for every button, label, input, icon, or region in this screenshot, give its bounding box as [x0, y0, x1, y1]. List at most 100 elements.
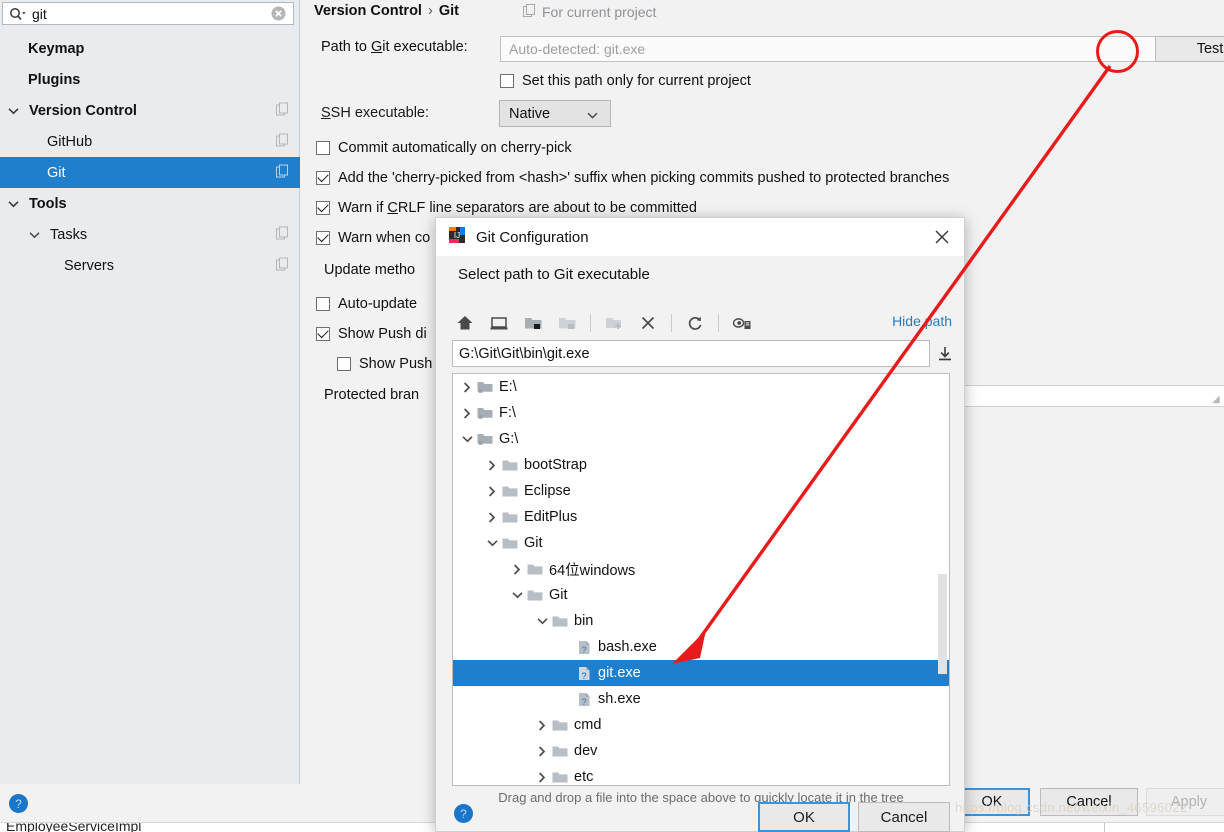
protected-branches-input[interactable]: ◢	[961, 385, 1224, 407]
tree-row-cmd[interactable]: cmd	[453, 712, 949, 738]
dialog-toolbar: Hide path	[450, 306, 952, 340]
tree-row-eclipse[interactable]: Eclipse	[453, 478, 949, 504]
auto-update-row[interactable]: Auto-update	[316, 296, 417, 312]
tree-row-label: Git	[549, 587, 568, 603]
chevron-down-icon[interactable]	[534, 617, 550, 625]
refresh-icon[interactable]	[680, 309, 710, 337]
commit-auto-cherry-pick-checkbox[interactable]	[316, 141, 330, 155]
dialog-ok-button[interactable]: OK	[758, 802, 850, 832]
tree-row-bin[interactable]: bin	[453, 608, 949, 634]
tree-row-label: sh.exe	[598, 691, 641, 707]
show-push-dialog-row[interactable]: Show Push di	[316, 326, 427, 342]
tree-row-drive-e[interactable]: E:\	[453, 374, 949, 400]
tree-row-bootstrap[interactable]: bootStrap	[453, 452, 949, 478]
commit-auto-cherry-pick-row[interactable]: Commit automatically on cherry-pick	[316, 140, 572, 156]
close-icon[interactable]	[934, 229, 950, 245]
chevron-right-icon[interactable]	[459, 381, 475, 393]
chevron-down-icon[interactable]	[484, 539, 500, 547]
tree-row-editplus[interactable]: EditPlus	[453, 504, 949, 530]
tree-row-dev[interactable]: dev	[453, 738, 949, 764]
tree-row-label: bin	[574, 613, 594, 629]
sidebar-item-plugins[interactable]: Plugins	[0, 64, 300, 95]
home-icon[interactable]	[450, 309, 480, 337]
sidebar-item-version-control[interactable]: Version Control	[0, 95, 300, 126]
sidebar-item-tasks[interactable]: Tasks	[0, 219, 300, 250]
dialog-path-input[interactable]: G:\Git\Git\bin\git.exe	[452, 340, 930, 367]
chevron-right-icon[interactable]	[509, 563, 525, 575]
show-push-sub-row[interactable]: Show Push	[337, 356, 432, 372]
chevron-right-icon[interactable]	[459, 407, 475, 419]
chevron-right-icon[interactable]	[484, 485, 500, 497]
search-input[interactable]: git	[2, 2, 294, 25]
sidebar-item-label: Plugins	[28, 71, 81, 88]
chevron-down-icon[interactable]	[6, 104, 20, 118]
tree-row-git-level1[interactable]: Git	[453, 530, 949, 556]
clear-icon[interactable]	[271, 6, 286, 21]
sidebar-item-git[interactable]: Git	[0, 157, 300, 188]
tree-row-git-level2[interactable]: Git	[453, 582, 949, 608]
svg-text:?: ?	[581, 645, 586, 655]
set-path-only-checkbox-row[interactable]: Set this path only for current project	[500, 73, 751, 89]
copy-icon	[276, 102, 289, 119]
auto-update-checkbox[interactable]	[316, 297, 330, 311]
add-cherry-picked-suffix-checkbox[interactable]	[316, 171, 330, 185]
chevron-down-icon[interactable]	[459, 435, 475, 443]
chevron-right-icon[interactable]	[484, 459, 500, 471]
add-cherry-picked-suffix-label: Add the 'cherry-picked from <hash>' suff…	[338, 170, 950, 186]
sidebar-item-label: GitHub	[47, 133, 93, 150]
add-cherry-picked-suffix-row[interactable]: Add the 'cherry-picked from <hash>' suff…	[316, 170, 949, 186]
drive-icon	[477, 406, 493, 420]
set-path-only-checkbox[interactable]	[500, 74, 514, 88]
auto-update-label: Auto-update	[338, 296, 418, 312]
toolbar-separator	[590, 314, 591, 332]
ssh-executable-select[interactable]: Native	[499, 100, 611, 127]
chevron-down-icon[interactable]	[509, 591, 525, 599]
tree-row-git-exe[interactable]: ? git.exe	[453, 660, 949, 686]
delete-icon[interactable]	[633, 309, 663, 337]
hide-path-link[interactable]: Hide path	[892, 313, 952, 329]
resize-grip-icon[interactable]: ◢	[1212, 395, 1221, 405]
chevron-right-icon[interactable]	[534, 719, 550, 731]
folder-icon	[502, 511, 518, 524]
sidebar-item-tools[interactable]: Tools	[0, 188, 300, 219]
chevron-down-icon[interactable]	[27, 228, 41, 242]
show-push-sub-checkbox[interactable]	[337, 357, 351, 371]
copy-icon	[276, 164, 289, 181]
file-tree-scrollbar[interactable]	[938, 574, 947, 674]
dialog-help-button[interactable]: ?	[454, 804, 473, 823]
warn-crlf-row[interactable]: Warn if CRLF line separators are about t…	[316, 200, 697, 216]
dialog-cancel-button[interactable]: Cancel	[858, 802, 950, 832]
sidebar-item-keymap[interactable]: Keymap	[0, 33, 300, 64]
path-to-git-row: Path to Git executable: Auto-detected: g…	[301, 30, 1224, 73]
sidebar-item-servers[interactable]: Servers	[0, 250, 300, 281]
tree-row-sh-exe[interactable]: ? sh.exe	[453, 686, 949, 712]
watermark-text: https://blog.csdn.net/weixin_46596022	[955, 800, 1188, 815]
chevron-right-icon[interactable]	[534, 745, 550, 757]
file-tree[interactable]: E:\ F:\ G:\ bootStrap Eclipse EditPlus G…	[452, 373, 950, 786]
download-icon[interactable]	[936, 345, 954, 366]
project-folder-icon[interactable]	[518, 309, 548, 337]
chevron-right-icon[interactable]	[534, 771, 550, 783]
copy-icon	[276, 133, 289, 150]
sidebar-item-label: Version Control	[29, 102, 137, 119]
sidebar-item-github[interactable]: GitHub	[0, 126, 300, 157]
settings-category-tree[interactable]: Keymap Plugins Version Control GitHub Gi…	[0, 33, 300, 281]
dialog-subtitle: Select path to Git executable	[458, 266, 650, 283]
tree-row-64-windows[interactable]: 64位windows	[453, 556, 949, 582]
chevron-down-icon[interactable]	[6, 197, 20, 211]
test-button[interactable]: Test	[1155, 36, 1224, 62]
warn-when-committing-row[interactable]: Warn when co	[316, 230, 430, 246]
tree-row-bash-exe[interactable]: ? bash.exe	[453, 634, 949, 660]
chevron-right-icon[interactable]	[484, 511, 500, 523]
show-hidden-icon[interactable]	[727, 309, 757, 337]
tree-row-label: Eclipse	[524, 483, 571, 499]
svg-text:IJ: IJ	[454, 231, 460, 240]
desktop-icon[interactable]	[484, 309, 514, 337]
tree-row-drive-f[interactable]: F:\	[453, 400, 949, 426]
tree-row-etc[interactable]: etc	[453, 764, 949, 785]
warn-crlf-checkbox[interactable]	[316, 201, 330, 215]
show-push-dialog-checkbox[interactable]	[316, 327, 330, 341]
breadcrumb-root[interactable]: Version Control	[314, 3, 422, 19]
warn-when-committing-checkbox[interactable]	[316, 231, 330, 245]
tree-row-drive-g[interactable]: G:\	[453, 426, 949, 452]
